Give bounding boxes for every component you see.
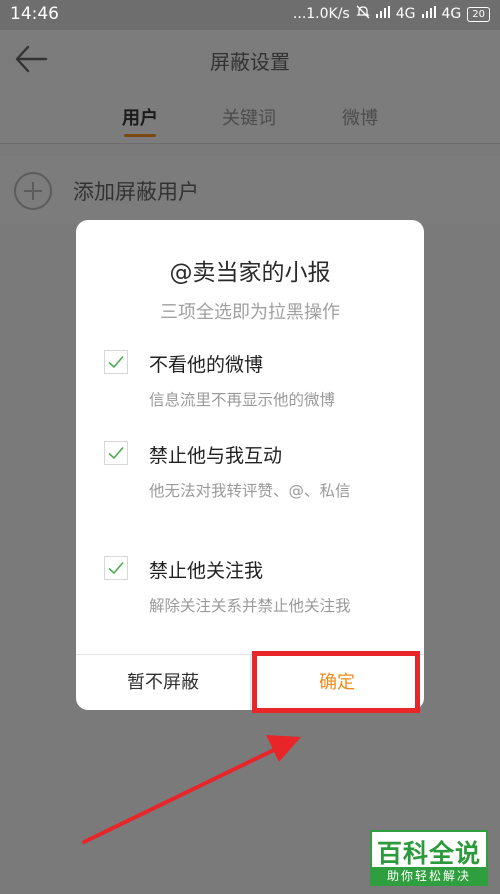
annotation-arrow-icon (82, 735, 301, 844)
watermark-title: 百科全说 (376, 839, 481, 868)
watermark-subtitle: 助你轻松解决 (372, 867, 486, 886)
watermark-logo: 百科全说 助你轻松解决 (370, 830, 488, 886)
